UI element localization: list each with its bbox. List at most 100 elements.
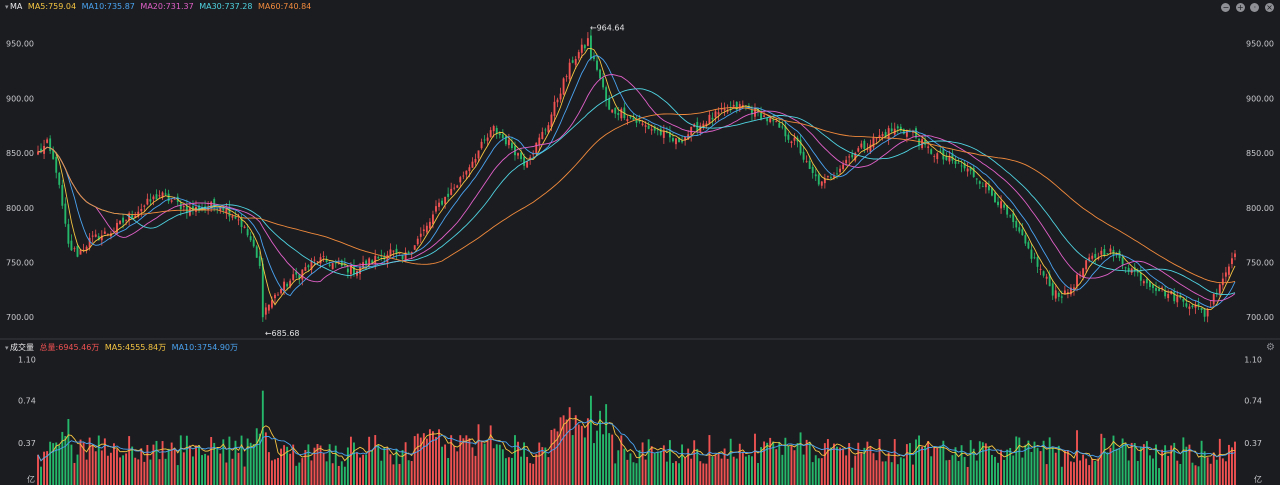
volume-total: 总量:6945.46万 xyxy=(39,343,100,352)
volume-bar xyxy=(356,452,358,485)
volume-bar xyxy=(240,435,243,485)
volume-bar xyxy=(629,453,632,485)
volume-bar xyxy=(1070,461,1072,485)
candle-body xyxy=(836,173,838,175)
price-axis-label-left: 700.00 xyxy=(6,313,34,322)
candle-body xyxy=(966,168,969,172)
volume-bar xyxy=(839,447,841,485)
candle-body xyxy=(984,183,987,188)
candle-body xyxy=(675,138,677,145)
volume-bar xyxy=(662,445,665,485)
volume-ma10-legend: MA10:3754.90万 xyxy=(171,343,239,352)
volume-bar xyxy=(544,447,547,485)
candle-body xyxy=(377,256,380,259)
candle-body xyxy=(580,44,583,53)
volume-bar xyxy=(714,455,717,485)
volume-bar xyxy=(930,456,933,485)
candle-body xyxy=(73,248,76,250)
volume-bar xyxy=(1109,447,1112,485)
collapse-arrow-icon[interactable]: ▾ xyxy=(5,342,9,355)
volume-bar xyxy=(696,448,699,485)
volume-bar xyxy=(744,456,747,485)
volume-bar xyxy=(365,454,368,485)
volume-bar xyxy=(507,457,510,485)
volume-bar xyxy=(987,446,990,485)
volume-bar xyxy=(1060,466,1063,485)
volume-bar xyxy=(541,447,544,485)
candle-body xyxy=(626,119,629,122)
candle-body xyxy=(416,238,419,245)
candle-body xyxy=(641,123,644,125)
candle-body xyxy=(149,199,152,202)
volume-bar xyxy=(963,457,966,485)
candle-body xyxy=(820,181,823,186)
volume-bar xyxy=(450,435,453,485)
volume-bar xyxy=(261,390,264,485)
candle-body xyxy=(860,143,863,148)
volume-bar xyxy=(596,430,598,485)
candle-body xyxy=(1173,291,1176,302)
volume-bar xyxy=(921,446,924,485)
volume-bar xyxy=(432,431,434,485)
candle-body xyxy=(1082,268,1085,277)
candle-body xyxy=(881,134,884,137)
volume-bar xyxy=(407,460,410,485)
volume-bar xyxy=(1218,438,1221,485)
volume-bar xyxy=(1167,455,1170,485)
volume-bar xyxy=(252,444,255,485)
candle-body xyxy=(1060,296,1063,298)
price-chart[interactable]: 950.00 950.00 900.00 900.00 850.00 850.00 800.… xyxy=(0,0,1280,338)
candle-body xyxy=(1203,308,1206,317)
candle-body xyxy=(520,152,522,160)
volume-bar xyxy=(823,443,826,485)
volume-bar xyxy=(204,453,207,485)
volume-bar xyxy=(942,440,945,485)
volume-bar xyxy=(1112,435,1115,485)
candle-body xyxy=(76,246,79,257)
volume-bar xyxy=(1085,458,1088,485)
candle-body xyxy=(614,107,617,114)
gear-icon[interactable]: ⚙ xyxy=(1266,341,1275,354)
candle-body xyxy=(61,185,64,206)
candle-body xyxy=(629,116,632,118)
volume-bar xyxy=(274,459,276,485)
candle-body xyxy=(322,256,325,257)
candle-body xyxy=(714,111,717,118)
candle-body xyxy=(586,38,589,46)
candle-body xyxy=(1103,249,1106,256)
volume-bar xyxy=(380,460,383,485)
volume-bar xyxy=(723,448,726,485)
candle-body xyxy=(814,174,817,177)
volume-bar xyxy=(1024,444,1027,485)
candle-body xyxy=(647,125,650,129)
volume-bar xyxy=(343,466,346,485)
candle-body xyxy=(842,164,845,170)
volume-bar xyxy=(504,458,507,485)
volume-bar xyxy=(465,435,468,485)
candle-body xyxy=(957,162,960,164)
candle-body xyxy=(316,261,319,263)
volume-bar xyxy=(301,458,304,485)
candle-body xyxy=(422,229,425,232)
volume-bar xyxy=(580,425,583,485)
volume-bar xyxy=(863,447,866,485)
candle-body xyxy=(1036,257,1039,267)
candle-body xyxy=(1057,292,1060,297)
volume-bar xyxy=(893,439,896,485)
candle-body xyxy=(125,219,128,221)
ma20-line xyxy=(37,74,1236,302)
candle-body xyxy=(474,159,477,163)
price-axis-label-left: 900.00 xyxy=(6,94,34,103)
volume-bar xyxy=(769,437,772,485)
panel-divider[interactable] xyxy=(0,338,1280,340)
volume-bar xyxy=(972,448,975,485)
candle-body xyxy=(52,149,55,160)
volume-bar xyxy=(1076,430,1078,485)
candle-body xyxy=(1009,215,1012,217)
volume-bar xyxy=(255,428,258,485)
candle-body xyxy=(1030,249,1033,259)
candle-body xyxy=(559,93,562,100)
volume-bar xyxy=(708,435,711,485)
candle-body xyxy=(1221,278,1224,286)
volume-bar xyxy=(310,460,313,485)
